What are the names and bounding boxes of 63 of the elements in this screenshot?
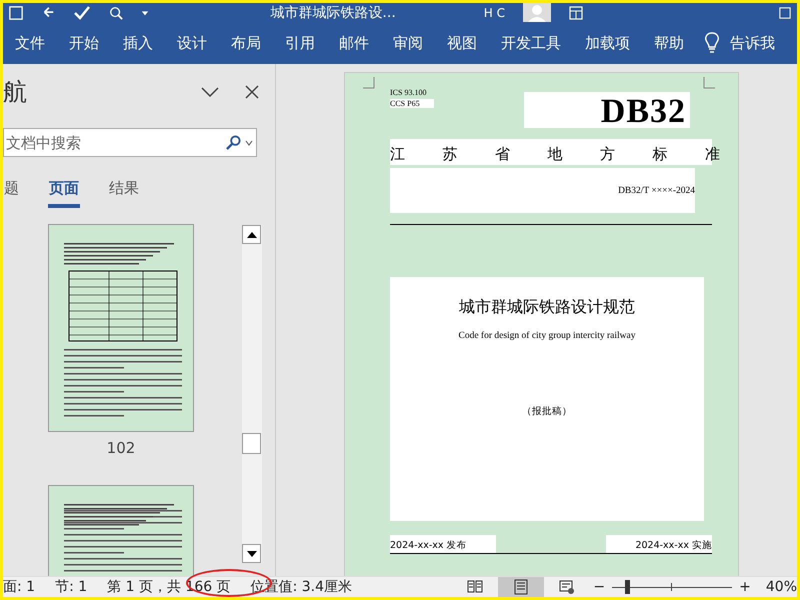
pane-tab[interactable]: 题 — [3, 179, 20, 208]
zoom-slider-thumb[interactable] — [624, 580, 630, 594]
scroll-thumb[interactable] — [242, 433, 261, 454]
window-title: 城市群城际铁路设... — [270, 4, 396, 22]
print-layout-icon — [513, 579, 530, 595]
pane-tab[interactable]: 结果 — [108, 179, 140, 208]
tell-me-search[interactable]: 告诉我 — [730, 34, 775, 52]
ribbon-options-icon[interactable] — [569, 6, 583, 20]
read-mode-icon — [467, 579, 484, 595]
status-text: 节: 1 — [55, 578, 88, 596]
zoom-out-button[interactable]: − — [593, 579, 606, 595]
ribbon-tab[interactable]: 布局 — [219, 34, 273, 52]
save-icon[interactable] — [9, 6, 23, 20]
minimize-icon[interactable] — [779, 6, 791, 18]
search-icon[interactable] — [226, 135, 241, 150]
lightbulb-icon — [704, 32, 720, 54]
close-icon[interactable] — [245, 85, 259, 99]
pane-tab[interactable]: 页面 — [48, 179, 80, 208]
zoom-level: 40% — [766, 579, 797, 595]
publish-date: 2024-xx-xx 发布 — [390, 535, 496, 553]
ribbon-tab[interactable]: 帮助 — [642, 34, 696, 52]
web-layout-icon — [559, 579, 576, 595]
ribbon-tab[interactable]: 审阅 — [381, 34, 435, 52]
standard-code: DB32 — [524, 92, 690, 128]
check-icon[interactable] — [73, 4, 91, 20]
page-number: 102 — [106, 439, 136, 457]
ribbon-tab[interactable]: 文件 — [3, 34, 57, 52]
caret-icon[interactable] — [244, 138, 254, 148]
scrollbar[interactable] — [242, 225, 262, 563]
scroll-down-button[interactable] — [242, 544, 261, 563]
ribbon-tab[interactable]: 视图 — [435, 34, 489, 52]
triangle-up-icon — [246, 232, 256, 238]
user-name: H C — [484, 6, 505, 20]
standard-type: 江苏省地方标准 — [390, 145, 758, 163]
corner-mark-icon — [703, 77, 715, 89]
search-icon[interactable] — [109, 6, 123, 20]
triangle-down-icon — [246, 550, 256, 556]
document-title: 城市群城际铁路设计规范 — [459, 297, 635, 318]
view-button[interactable] — [498, 577, 544, 597]
pane-title: 航 — [3, 77, 28, 108]
page-thumbnail[interactable] — [48, 224, 194, 432]
ics-code: ICS 93.100 — [390, 88, 426, 97]
implement-date: 2024-xx-xx 实施 — [606, 535, 712, 553]
ribbon-tab[interactable]: 开发工具 — [489, 34, 573, 52]
undo-icon[interactable] — [41, 6, 55, 20]
draft-label: （报批稿） — [522, 405, 572, 418]
ccs-code: CCS P65 — [390, 99, 434, 108]
search-field[interactable]: 文档中搜索 — [3, 128, 257, 157]
chevron-down-icon[interactable] — [201, 87, 219, 97]
status-text: 面: 1 — [3, 578, 36, 596]
corner-mark-icon — [363, 77, 375, 89]
ribbon-tab[interactable]: 设计 — [165, 34, 219, 52]
scroll-up-button[interactable] — [242, 225, 261, 244]
ribbon-tab[interactable]: 邮件 — [327, 34, 381, 52]
zoom-in-button[interactable]: + — [739, 579, 751, 595]
standard-number: DB32/T ××××-2024 — [618, 186, 695, 196]
ribbon-tab[interactable]: 插入 — [111, 34, 165, 52]
english-title: Code for design of city group intercity railway — [458, 331, 636, 341]
ribbon-tab[interactable]: 加载项 — [573, 34, 642, 52]
caret-icon[interactable] — [141, 8, 149, 16]
ribbon-tab[interactable]: 开始 — [57, 34, 111, 52]
ribbon-tab[interactable]: 引用 — [273, 34, 327, 52]
zoom-slider[interactable] — [612, 580, 732, 594]
